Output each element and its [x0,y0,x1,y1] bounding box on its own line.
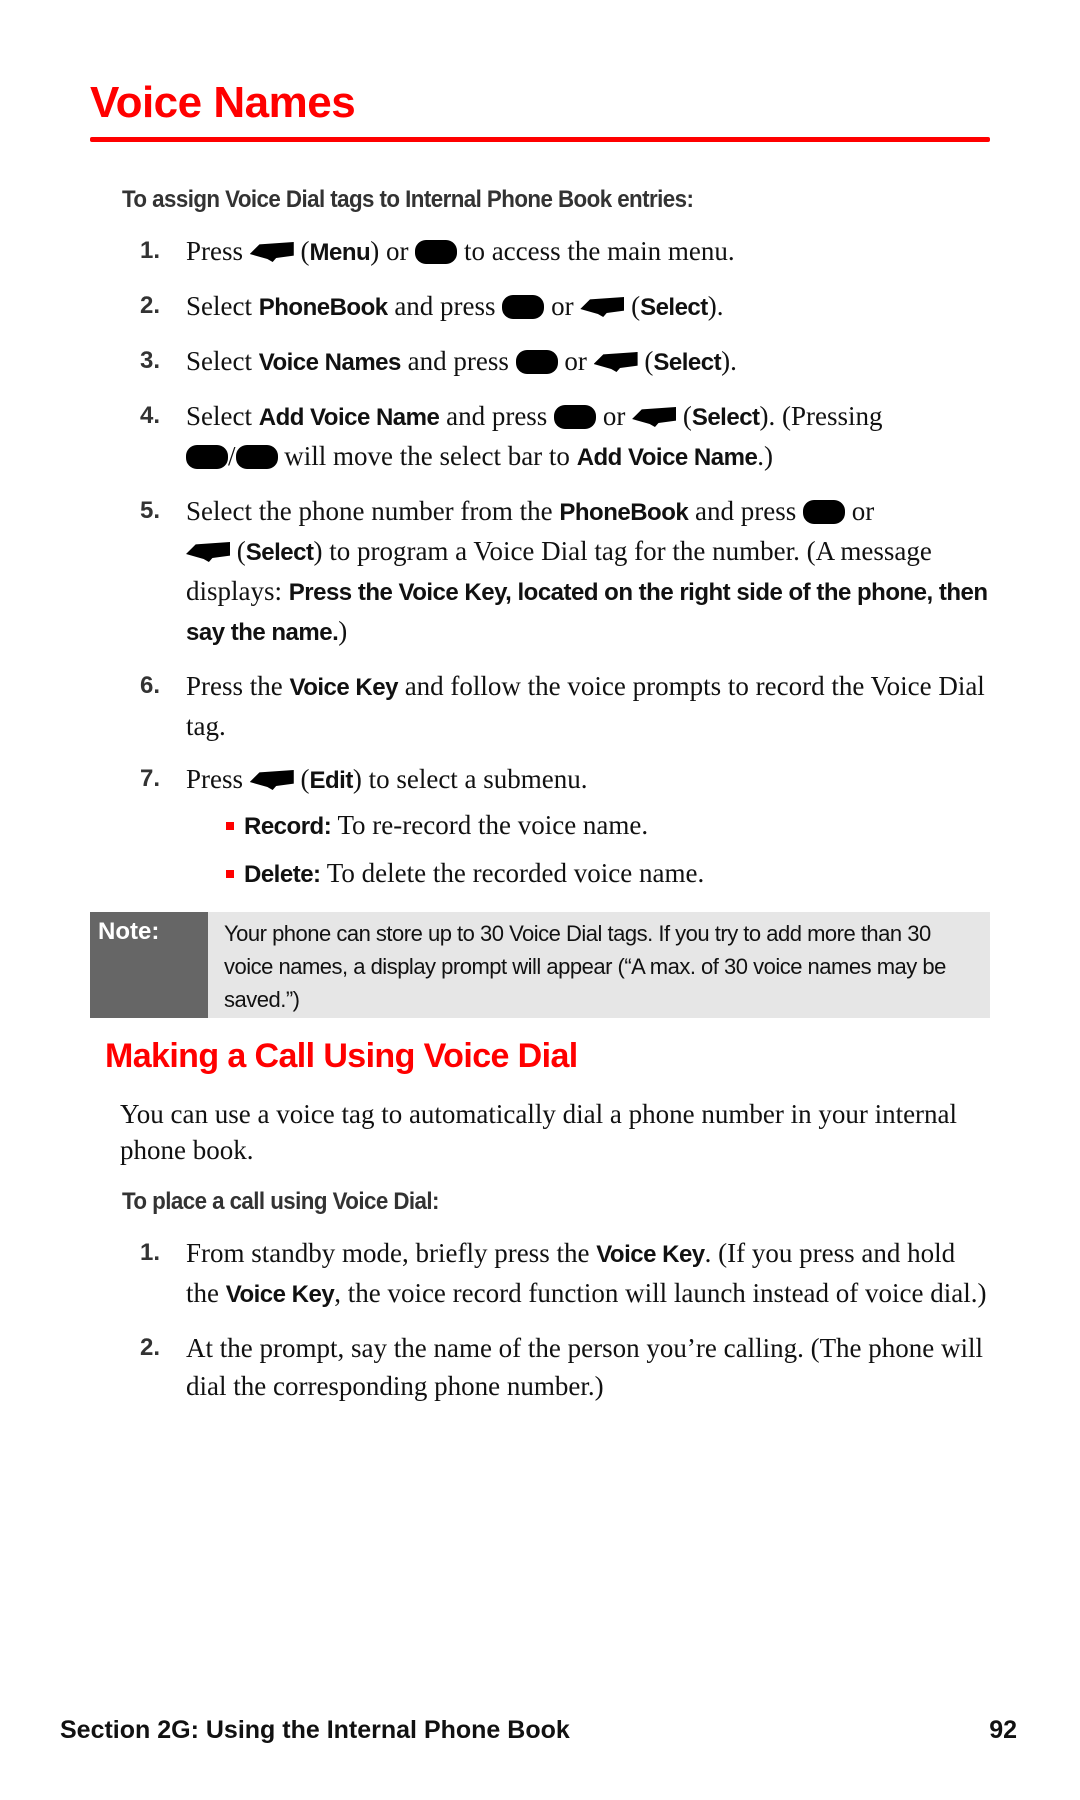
left-softkey-icon [249,770,294,790]
list-item: 7. Press (Edit) to select a submenu. Rec… [120,760,990,894]
menu-ok-key-icon [502,295,545,319]
left-softkey-icon [593,352,638,372]
list-item: 5. Select the phone number from the Phon… [120,492,990,652]
step-number: 1. [140,1239,161,1266]
list-item: 6. Press the Voice Key and follow the vo… [120,667,990,745]
menu-ok-key-icon [554,405,597,429]
voice-key-message: Press the Voice Key, located on the righ… [186,579,988,646]
list-item: 3. Select Voice Names and press or (Sele… [120,342,990,382]
navigation-down-key-icon [235,445,278,469]
step-number: 2. [140,1334,161,1361]
list-item: 1. From standby mode, briefly press the … [120,1234,990,1314]
menu-label: Menu [309,239,371,266]
note-label: Note: [98,918,160,945]
step-number: 2. [140,292,161,319]
menu-ok-key-icon [802,500,845,524]
list-item: 1. Press (Menu) or to access the main me… [120,232,990,272]
submenu-options-list: Record: To re-record the voice name. Del… [186,806,990,894]
voice-dial-steps-list: 1. From standby mode, briefly press the … [120,1234,990,1420]
step-number: 4. [140,402,161,429]
list-item: 2. At the prompt, say the name of the pe… [120,1329,990,1405]
voice-dial-subheading: To place a call using Voice Dial: [122,1188,439,1215]
note-box: Note: Your phone can store up to 30 Voic… [90,912,990,1018]
bullet-icon [226,822,234,830]
page-number: 92 [989,1716,1017,1744]
submenu-item-record: Record: To re-record the voice name. [226,806,990,846]
step-number: 3. [140,347,161,374]
list-item: 2. Select PhoneBook and press or (Select… [120,287,990,327]
bullet-icon [226,870,234,878]
title-rule-divider [90,137,990,142]
menu-ok-key-icon [515,350,558,374]
step-number: 6. [140,672,161,699]
note-label-column: Note: [90,912,208,1018]
submenu-item-delete: Delete: To delete the recorded voice nam… [226,854,990,894]
left-softkey-icon [186,542,230,562]
section-heading-voice-dial: Making a Call Using Voice Dial [105,1037,578,1075]
step-number: 1. [140,237,161,264]
list-item: 4. Select Add Voice Name and press or (S… [120,397,990,477]
left-softkey-icon [632,407,677,427]
assign-subheading: To assign Voice Dial tags to Internal Ph… [122,186,694,213]
navigation-up-key-icon [186,445,228,469]
voice-dial-intro: You can use a voice tag to automatically… [120,1099,958,1165]
note-text: Your phone can store up to 30 Voice Dial… [224,921,946,1012]
footer-section-title: Section 2G: Using the Internal Phone Boo… [60,1716,570,1744]
left-softkey-icon [580,297,625,317]
step-number: 7. [140,765,161,792]
menu-ok-key-icon [415,240,458,264]
step-number: 5. [140,497,161,524]
page-title: Voice Names [90,78,356,127]
left-softkey-icon [249,242,294,262]
assign-steps-list: 1. Press (Menu) or to access the main me… [120,232,990,909]
